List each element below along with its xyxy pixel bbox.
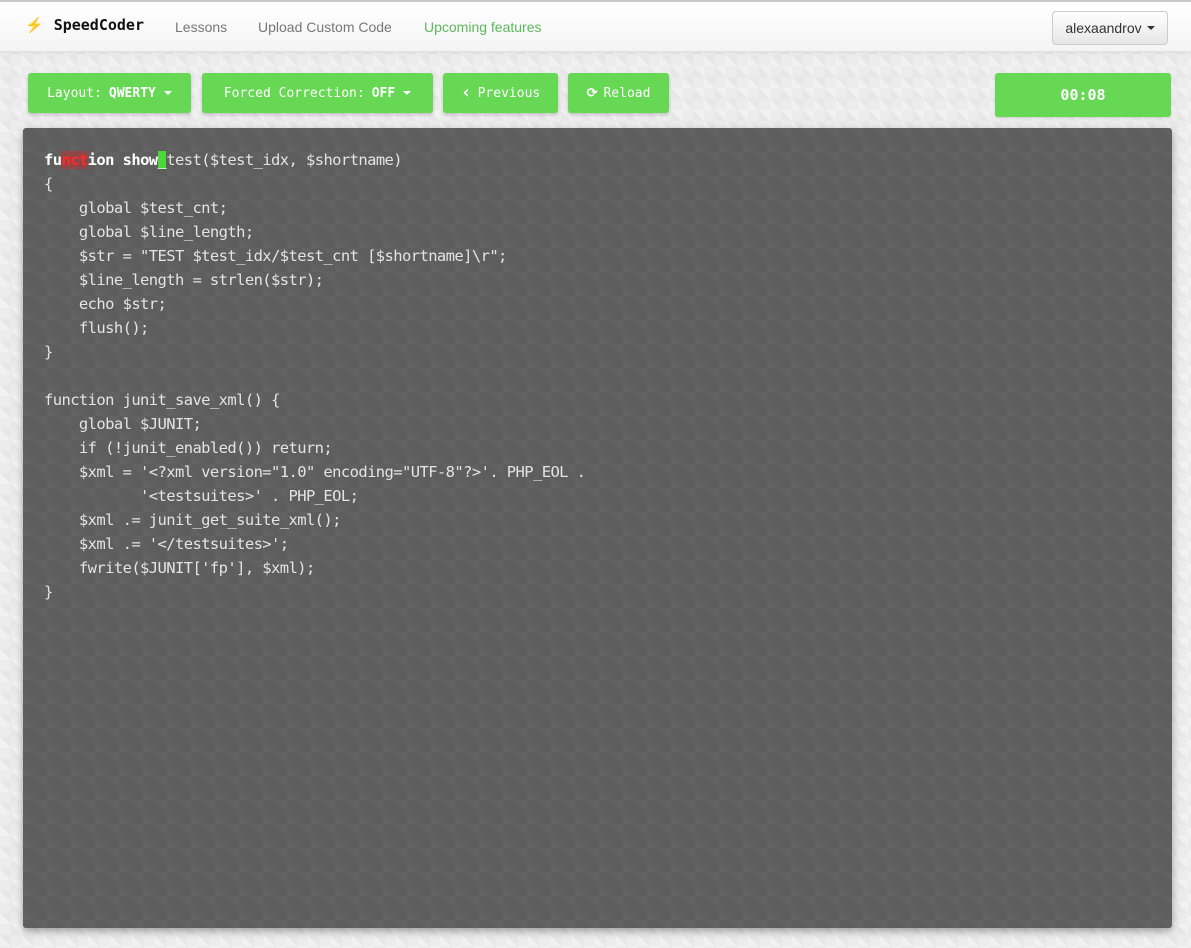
- layout-value: QWERTY: [108, 85, 156, 101]
- refresh-icon: ⟳: [586, 85, 598, 101]
- untyped-text: test($test_idx, $shortname): [166, 151, 403, 169]
- correction-value: OFF: [371, 85, 396, 101]
- layout-label: Layout:: [47, 85, 102, 101]
- untyped-text: { global $test_cnt; global $line_length;…: [44, 175, 586, 601]
- chevron-left-icon: ‹: [460, 82, 472, 103]
- typed-correct-text: fu: [44, 151, 62, 169]
- typing-cursor: _: [157, 151, 167, 169]
- navbar: ⚡ SpeedCoder Lessons Upload Custom Code …: [0, 0, 1191, 52]
- typed-correct-text: ion show: [87, 151, 158, 169]
- nav-upcoming-features[interactable]: Upcoming features: [424, 19, 542, 35]
- forced-correction-dropdown-button[interactable]: Forced Correction: OFF: [202, 73, 433, 113]
- caret-down-icon: [1146, 26, 1155, 30]
- timer: 00:08: [995, 73, 1171, 117]
- user-menu-button[interactable]: alexaandrov: [1052, 11, 1168, 45]
- previous-button[interactable]: ‹ Previous: [443, 73, 558, 113]
- layout-dropdown-button[interactable]: Layout: QWERTY: [28, 73, 191, 113]
- lightning-bolt-icon: ⚡: [25, 17, 44, 34]
- reload-button[interactable]: ⟳ Reload: [568, 73, 669, 113]
- code-text: function show_test($test_idx, $shortname…: [44, 148, 586, 604]
- brand-name: SpeedCoder: [53, 16, 144, 34]
- nav-upload-custom-code[interactable]: Upload Custom Code: [258, 19, 392, 35]
- brand-link[interactable]: ⚡ SpeedCoder: [25, 16, 144, 34]
- caret-down-icon: [403, 91, 412, 95]
- code-typing-area[interactable]: function show_test($test_idx, $shortname…: [23, 128, 1172, 928]
- correction-label: Forced Correction:: [223, 85, 365, 101]
- reload-label: Reload: [603, 85, 651, 101]
- username: alexaandrov: [1065, 20, 1142, 36]
- previous-label: Previous: [477, 85, 541, 101]
- caret-down-icon: [163, 91, 172, 95]
- nav-lessons[interactable]: Lessons: [175, 19, 227, 35]
- typed-error-text: nct: [61, 151, 88, 169]
